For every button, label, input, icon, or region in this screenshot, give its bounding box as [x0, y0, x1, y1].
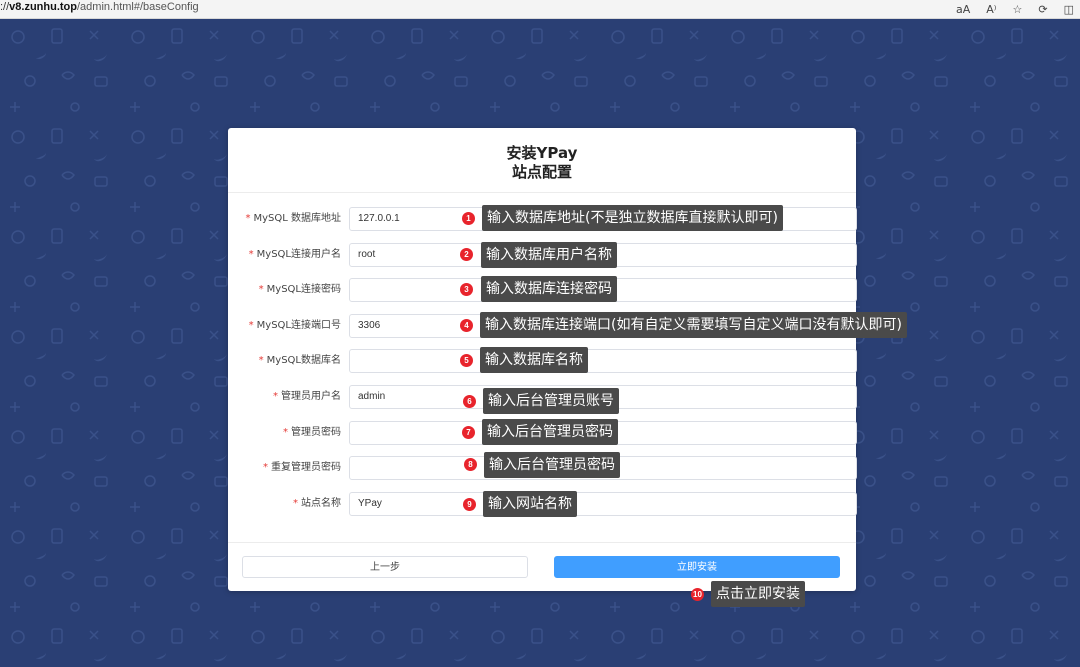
favorite-star-icon[interactable]: ☆: [1013, 3, 1023, 16]
required-mark: *: [283, 427, 288, 438]
url-host: v8.zunhu.top: [9, 1, 77, 13]
field-label: * 管理员用户名: [273, 385, 341, 409]
field-label: * MySQL连接密码: [259, 278, 341, 302]
annotation-tooltip: 输入后台管理员账号: [483, 388, 619, 414]
label-text: 重复管理员密码: [271, 462, 341, 473]
annotation-tooltip: 输入数据库连接端口(如有自定义需要填写自定义端口没有默认即可): [480, 312, 907, 338]
url-prefix: ://: [0, 1, 10, 13]
dialog-subtitle: 站点配置: [511, 163, 572, 181]
field-label: * 重复管理员密码: [263, 456, 341, 480]
field-label: * MySQL 数据库地址: [245, 207, 341, 231]
dialog-footer-divider: [228, 542, 856, 543]
prev-step-button[interactable]: 上一步: [242, 556, 528, 578]
dialog-header: 安装YPay 站点配置: [228, 128, 856, 193]
label-text: 管理员用户名: [281, 391, 341, 402]
label-text: MySQL连接端口号: [256, 320, 341, 331]
site-name-input[interactable]: YPay: [349, 492, 857, 516]
field-label: * MySQL连接用户名: [249, 243, 341, 267]
install-now-button[interactable]: 立即安装: [554, 556, 840, 578]
annotation-tooltip: 输入后台管理员密码: [484, 452, 620, 478]
annotation-tooltip: 输入数据库用户名称: [481, 242, 617, 268]
annotation-tooltip: 输入数据库连接密码: [481, 276, 617, 302]
annotation-badge: 1: [462, 212, 475, 225]
annotation-badge: 8: [464, 458, 477, 471]
required-mark: *: [293, 498, 298, 509]
required-mark: *: [248, 320, 254, 331]
annotation-badge: 3: [460, 283, 473, 296]
annotation-badge: 10: [691, 588, 704, 601]
label-text: MySQL连接密码: [266, 284, 341, 295]
text-size-icon[interactable]: A⁾: [986, 3, 996, 16]
required-mark: *: [273, 391, 278, 402]
required-mark: *: [248, 249, 254, 260]
field-label: * 管理员密码: [283, 421, 341, 445]
annotation-tooltip: 输入后台管理员密码: [482, 419, 618, 445]
annotation-tooltip: 点击立即安装: [711, 581, 805, 607]
annotation-tooltip: 输入数据库名称: [480, 347, 588, 373]
annotation-tooltip: 输入数据库地址(不是独立数据库直接默认即可): [482, 205, 783, 231]
annotation-badge: 6: [463, 395, 476, 408]
db-name-input[interactable]: [349, 349, 857, 373]
field-label: * MySQL数据库名: [259, 349, 341, 373]
annotation-badge: 2: [460, 248, 473, 261]
label-text: MySQL连接用户名: [256, 249, 341, 260]
url-path: /admin.html#/baseConfig: [77, 1, 199, 13]
field-label: * MySQL连接端口号: [249, 314, 341, 338]
annotation-tooltip: 输入网站名称: [483, 491, 577, 517]
annotation-badge: 7: [462, 426, 475, 439]
label-text: 管理员密码: [291, 427, 341, 438]
url-field[interactable]: ://v8.zunhu.top/admin.html#/baseConfig: [0, 1, 199, 13]
required-mark: *: [258, 355, 264, 366]
dialog-title: 安装YPay: [506, 144, 578, 162]
annotation-badge: 5: [460, 354, 473, 367]
extensions-icon[interactable]: ⟳: [1038, 3, 1047, 16]
browser-address-bar: ://v8.zunhu.top/admin.html#/baseConfig a…: [0, 0, 1080, 19]
label-text: 站点名称: [301, 498, 341, 509]
required-mark: *: [245, 213, 251, 224]
label-text: MySQL 数据库地址: [253, 213, 341, 224]
required-mark: *: [258, 284, 264, 295]
annotation-badge: 9: [463, 498, 476, 511]
label-text: MySQL数据库名: [266, 355, 341, 366]
split-screen-icon[interactable]: ◫: [1064, 3, 1074, 16]
read-aloud-icon[interactable]: aA: [956, 3, 970, 16]
field-label: * 站点名称: [293, 492, 341, 516]
annotation-badge: 4: [460, 319, 473, 332]
required-mark: *: [263, 462, 268, 473]
